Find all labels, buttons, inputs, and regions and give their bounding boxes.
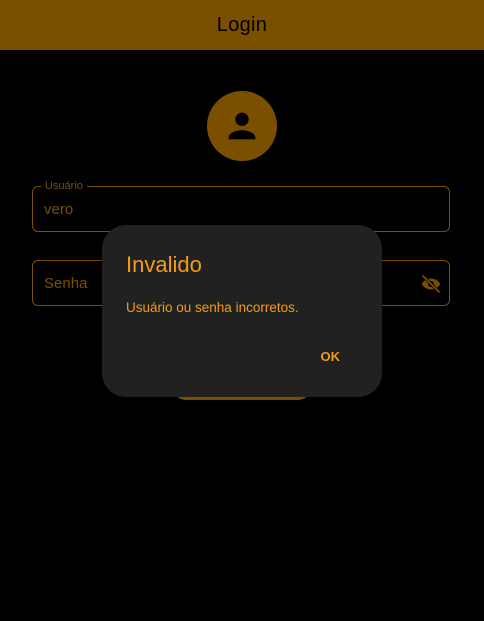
dialog-message: Usuário ou senha incorretos. xyxy=(126,300,299,315)
login-screen: Login Usuário vero Senha Invalido Usuári… xyxy=(0,0,484,621)
ok-button[interactable]: OK xyxy=(321,349,341,365)
alert-dialog: Invalido Usuário ou senha incorretos. OK xyxy=(102,225,382,397)
app-bar: Login xyxy=(0,0,484,50)
page-title: Login xyxy=(216,13,268,36)
dialog-title: Invalido xyxy=(126,252,202,277)
